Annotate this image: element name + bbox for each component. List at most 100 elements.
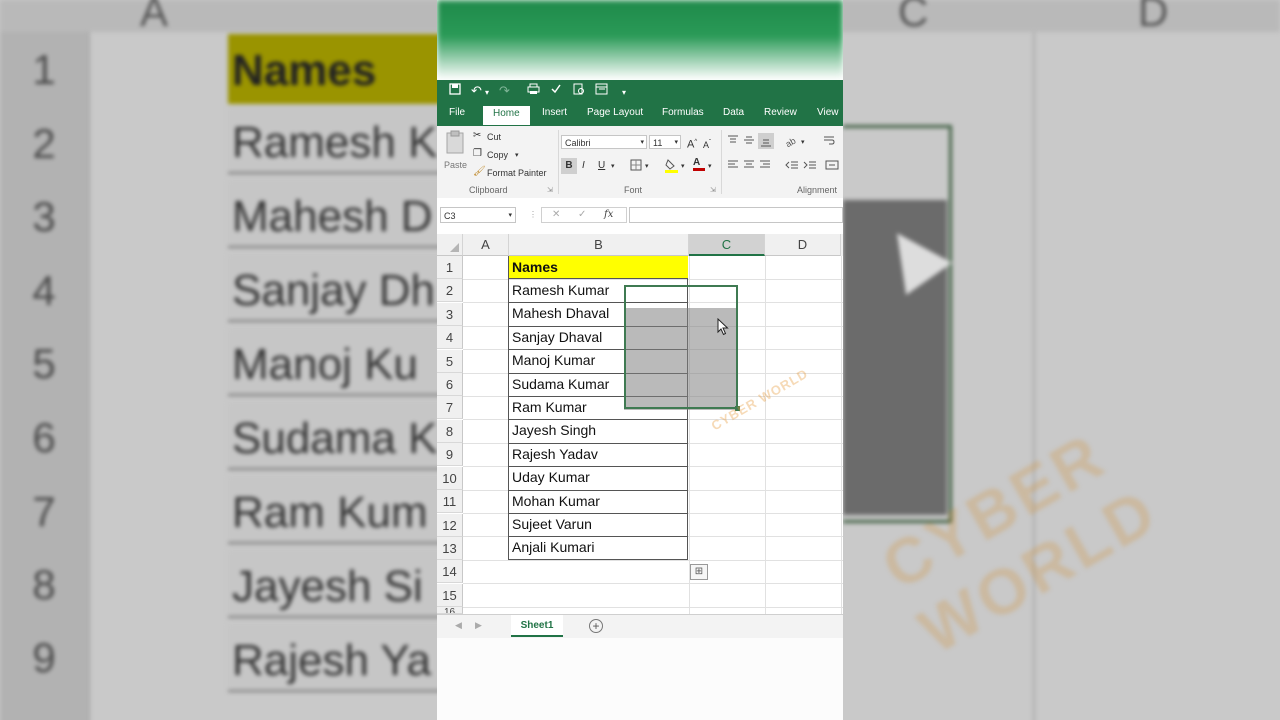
row-header[interactable]: 6 <box>437 373 463 396</box>
borders-dropdown-icon[interactable]: ▾ <box>645 161 649 173</box>
quick-print-icon[interactable] <box>527 83 540 99</box>
name-cell[interactable]: Mohan Kumar <box>509 490 688 513</box>
align-right-icon[interactable] <box>759 160 771 174</box>
bg-name: Ramesh K <box>232 118 438 167</box>
form-icon[interactable] <box>595 83 608 99</box>
top-align-icon[interactable] <box>727 135 739 149</box>
underline-dropdown-icon[interactable]: ▾ <box>611 161 615 173</box>
format-painter-button[interactable]: Format Painter <box>487 168 547 178</box>
align-center-icon[interactable] <box>743 160 755 174</box>
orientation-dropdown-icon[interactable]: ▾ <box>801 137 805 149</box>
column-header-a[interactable]: A <box>463 234 509 256</box>
insert-function-button[interactable]: fx <box>604 209 613 220</box>
tab-review[interactable]: Review <box>764 107 797 118</box>
row-header[interactable]: 4 <box>437 326 463 349</box>
wrap-text-icon[interactable] <box>823 135 835 149</box>
bg-name: Sanjay Dh <box>232 266 436 315</box>
name-cell[interactable]: Rajesh Yadav <box>509 443 688 466</box>
font-launcher-icon[interactable]: ⇲ <box>710 185 716 197</box>
enter-button[interactable]: ✓ <box>578 209 586 220</box>
bold-button[interactable]: B <box>561 158 577 174</box>
column-header-c[interactable]: C <box>689 234 765 256</box>
paste-label: Paste <box>444 160 468 170</box>
decrease-indent-icon[interactable] <box>785 160 799 174</box>
select-all-button[interactable] <box>437 234 463 256</box>
name-cell[interactable]: Anjali Kumari <box>509 536 688 559</box>
name-cell[interactable]: Sujeet Varun <box>509 513 688 536</box>
middle-align-icon[interactable] <box>743 135 755 149</box>
font-name-value: Calibri <box>565 138 591 148</box>
merge-center-icon[interactable] <box>825 160 839 174</box>
add-sheet-button[interactable]: + <box>589 619 603 633</box>
name-cell[interactable]: Uday Kumar <box>509 466 688 489</box>
preview-icon[interactable] <box>573 83 585 99</box>
row-header[interactable]: 12 <box>437 514 463 537</box>
row-header[interactable]: 3 <box>437 303 463 326</box>
row-header[interactable]: 9 <box>437 443 463 466</box>
tab-file[interactable]: File <box>449 107 465 118</box>
bg-selection-border <box>843 125 952 523</box>
customize-qat-icon[interactable]: ▾ <box>622 85 626 101</box>
copy-dropdown-icon[interactable]: ▾ <box>515 150 519 162</box>
grow-font-button[interactable]: A^ <box>687 136 697 151</box>
align-left-icon[interactable] <box>727 160 739 174</box>
name-box[interactable]: C3 ▾ <box>440 207 516 223</box>
scroll-right-icon[interactable]: ▶ <box>475 620 482 631</box>
name-cell[interactable]: Jayesh Singh <box>509 419 688 442</box>
tab-page-layout[interactable]: Page Layout <box>587 107 643 118</box>
shrink-font-button[interactable]: Aˇ <box>703 137 711 151</box>
tab-home[interactable]: Home <box>483 106 530 125</box>
font-name-dropdown[interactable]: Calibri ▾ <box>561 135 647 149</box>
bg-row-number: 6 <box>32 414 56 461</box>
row-header[interactable]: 8 <box>437 420 463 443</box>
row-header[interactable]: 11 <box>437 490 463 513</box>
underline-button[interactable]: U <box>598 160 605 172</box>
quick-analysis-icon[interactable]: ⊞ <box>690 564 708 580</box>
ribbon-separator <box>558 130 559 194</box>
row-header[interactable]: 15 <box>437 584 463 607</box>
clipboard-launcher-icon[interactable]: ⇲ <box>547 185 553 197</box>
gridline <box>463 583 843 584</box>
row-header[interactable]: 7 <box>437 396 463 419</box>
row-header[interactable]: 2 <box>437 279 463 302</box>
orientation-icon[interactable]: ab <box>784 135 799 151</box>
spelling-icon[interactable] <box>550 83 562 99</box>
font-group-label: Font <box>624 185 643 195</box>
names-header-cell[interactable]: Names <box>509 256 688 279</box>
font-size-dropdown[interactable]: 11 ▾ <box>649 135 681 149</box>
bottom-align-icon[interactable] <box>758 133 774 149</box>
font-color-icon[interactable]: A <box>693 157 705 171</box>
copy-button[interactable]: Copy <box>487 150 508 160</box>
tab-data[interactable]: Data <box>723 107 744 118</box>
undo-icon[interactable]: ↶ <box>471 83 482 99</box>
column-header-b[interactable]: B <box>509 234 689 256</box>
tab-view[interactable]: View <box>817 107 839 118</box>
save-icon[interactable] <box>449 83 461 99</box>
tab-insert[interactable]: Insert <box>542 107 567 118</box>
row-header[interactable]: 16 <box>437 607 463 614</box>
fill-color-dropdown-icon[interactable]: ▾ <box>681 161 685 173</box>
redo-icon[interactable]: ↷ <box>499 83 510 99</box>
bg-gridline <box>1033 32 1035 720</box>
row-header[interactable]: 13 <box>437 537 463 560</box>
fill-color-icon[interactable] <box>665 158 678 177</box>
cut-button[interactable]: Cut <box>487 132 501 142</box>
column-header-d[interactable]: D <box>765 234 841 256</box>
row-header[interactable]: 1 <box>437 256 463 279</box>
worksheet-grid[interactable]: A B C D 1 2 3 4 5 6 7 8 9 10 11 12 13 14… <box>437 234 843 614</box>
italic-button[interactable]: I <box>582 160 585 172</box>
row-header[interactable]: 10 <box>437 467 463 490</box>
row-header[interactable]: 5 <box>437 350 463 373</box>
sheet-tab-sheet1[interactable]: Sheet1 <box>511 615 563 637</box>
scroll-left-icon[interactable]: ◀ <box>455 620 462 631</box>
increase-indent-icon[interactable] <box>803 160 817 174</box>
borders-icon[interactable] <box>630 159 642 175</box>
cancel-button[interactable]: ✕ <box>552 209 560 220</box>
row-header[interactable]: 14 <box>437 560 463 583</box>
undo-dropdown-icon[interactable]: ▾ <box>485 85 489 101</box>
paste-button[interactable]: Paste <box>441 130 467 174</box>
formula-input[interactable] <box>629 207 843 223</box>
font-color-dropdown-icon[interactable]: ▾ <box>708 161 712 173</box>
tab-formulas[interactable]: Formulas <box>662 107 704 118</box>
selection-range-border[interactable] <box>624 285 738 409</box>
